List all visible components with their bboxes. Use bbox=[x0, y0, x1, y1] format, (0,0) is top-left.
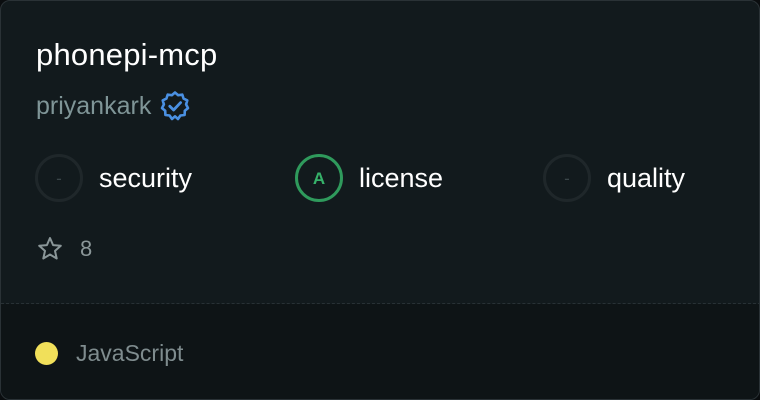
card-footer: JavaScript bbox=[1, 304, 759, 399]
metrics-row: - security A license - quality bbox=[35, 154, 735, 202]
quality-label: quality bbox=[607, 163, 686, 193]
security-grade-badge: - bbox=[35, 154, 83, 202]
security-label: security bbox=[99, 163, 193, 193]
owner-name[interactable]: priyankark bbox=[36, 88, 151, 124]
stars-row[interactable]: 8 bbox=[36, 234, 92, 264]
metric-security[interactable]: - security bbox=[35, 154, 192, 202]
star-count: 8 bbox=[80, 236, 93, 261]
repo-name[interactable]: phonepi-mcp bbox=[36, 35, 217, 75]
license-grade-badge: A bbox=[295, 154, 343, 202]
owner-row: priyankark bbox=[36, 88, 191, 124]
metric-quality[interactable]: - quality bbox=[543, 154, 685, 202]
language-name: JavaScript bbox=[76, 340, 184, 366]
repo-card[interactable]: phonepi-mcp priyankark - security A lice… bbox=[0, 0, 760, 400]
language-color-dot bbox=[35, 341, 58, 365]
metric-license[interactable]: A license bbox=[295, 154, 443, 202]
star-outline-icon bbox=[36, 235, 64, 263]
language-row: JavaScript bbox=[35, 338, 183, 368]
quality-grade-badge: - bbox=[543, 154, 591, 202]
verified-badge-icon bbox=[159, 90, 191, 122]
license-label: license bbox=[359, 163, 444, 193]
